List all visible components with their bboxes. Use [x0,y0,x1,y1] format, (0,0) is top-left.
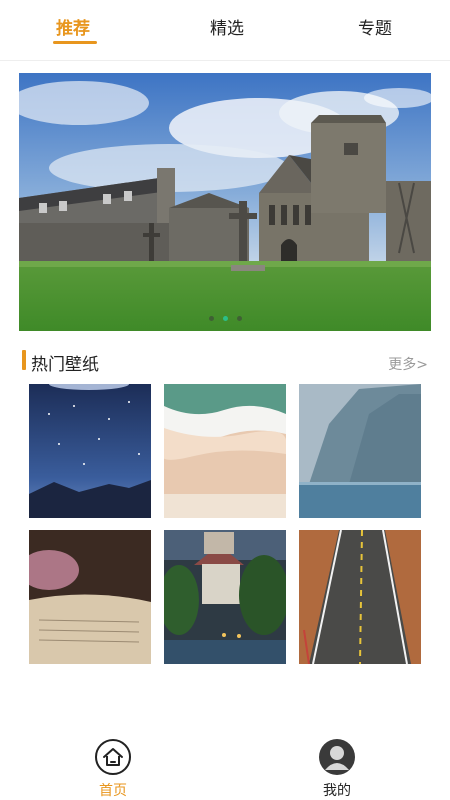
wallpaper-thumbnail[interactable] [299,530,421,664]
top-tab-bar: 推荐 精选 专题 [0,0,450,56]
header-divider [0,60,450,61]
carousel-dot[interactable] [208,316,214,321]
nav-profile[interactable]: 我的 [307,738,367,800]
carousel-indicator [19,316,431,321]
nav-profile-label: 我的 [323,783,351,799]
carousel-dot[interactable] [236,316,242,321]
tab-recommended[interactable]: 推荐 [56,14,90,39]
section-accent-bar [22,350,26,370]
home-icon [95,739,131,775]
more-link[interactable]: 更多> [388,354,428,374]
wallpaper-thumbnail[interactable] [164,530,286,664]
wallpaper-thumbnail[interactable] [164,384,286,518]
banner-image [19,73,431,331]
nav-home[interactable]: 首页 [83,738,143,800]
tab-topics[interactable]: 专题 [358,14,392,39]
nav-home-label: 首页 [99,783,127,799]
carousel-dot-active[interactable] [222,316,228,321]
tab-featured[interactable]: 精选 [210,14,244,39]
wallpaper-thumbnail[interactable] [29,530,151,664]
section-title: 热门壁纸 [31,355,99,375]
user-avatar-icon [319,739,355,775]
active-tab-indicator [53,41,97,44]
wallpaper-thumbnail[interactable] [299,384,421,518]
wallpaper-thumbnail[interactable] [29,384,151,518]
banner-carousel[interactable] [19,73,431,331]
